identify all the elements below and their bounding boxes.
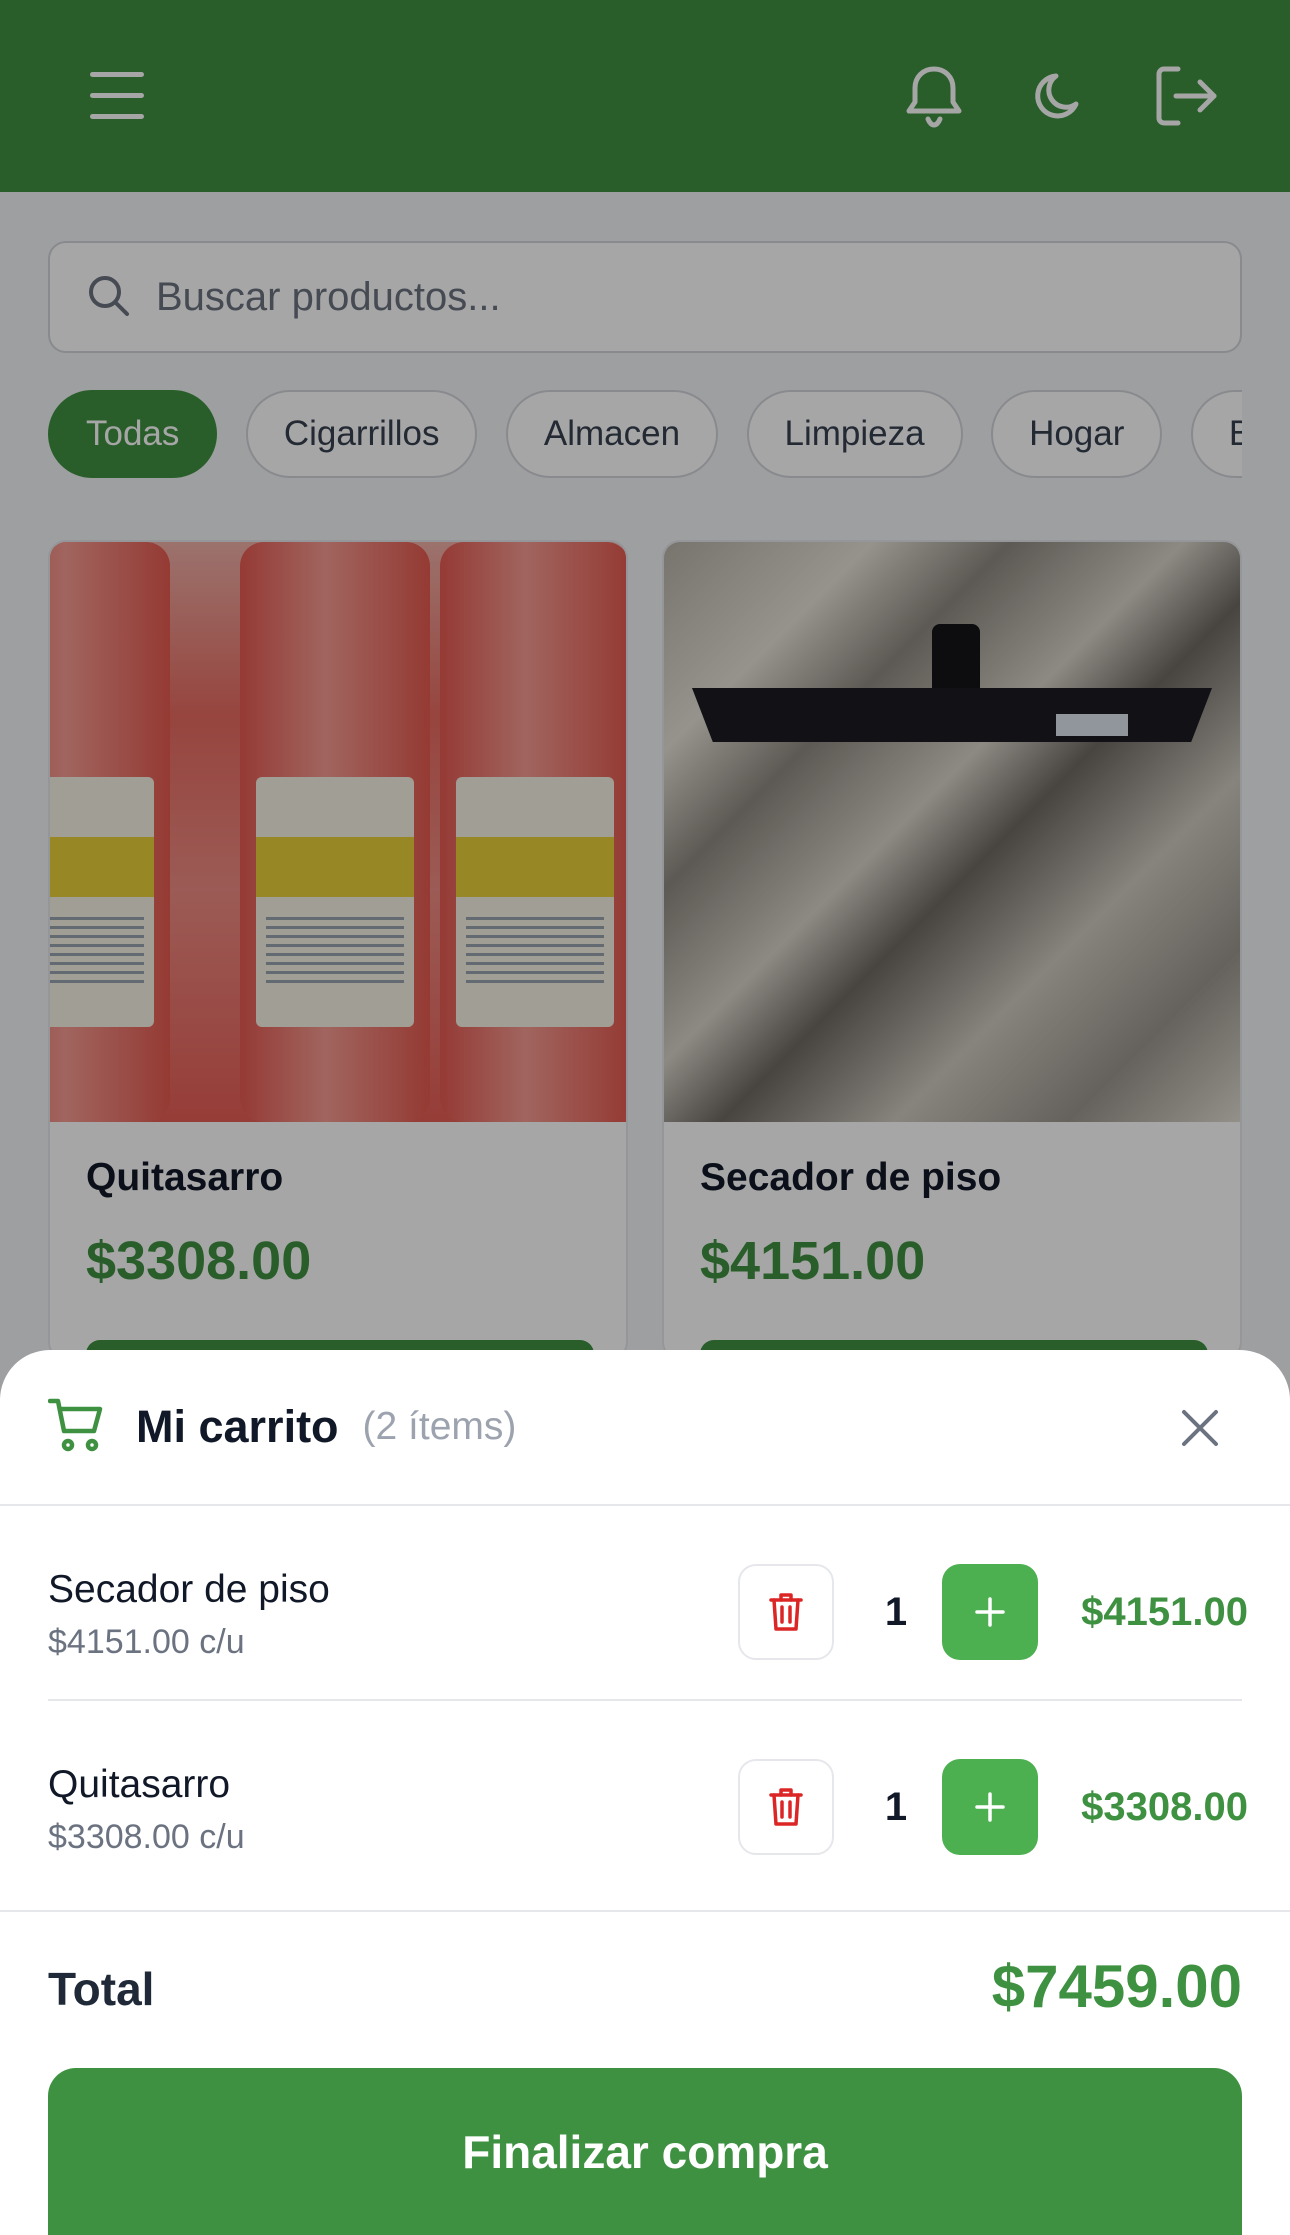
cart-item: Secador de piso $4151.00 c/u 1 $4151.00 (48, 1506, 1248, 1701)
cart-summary: Total $7459.00 Finalizar compra (0, 1910, 1290, 2235)
close-icon[interactable] (1170, 1398, 1230, 1458)
checkout-button[interactable]: Finalizar compra (48, 2068, 1242, 2235)
total-value: $7459.00 (991, 1953, 1242, 2020)
cart-item-unit-price: $4151.00 c/u (48, 1623, 245, 1661)
cart-item-quantity: 1 (884, 1785, 908, 1829)
total-label: Total (48, 1963, 155, 2015)
cart-icon (47, 1397, 106, 1458)
cart-header: Mi carrito (2 ítems) (0, 1350, 1290, 1506)
cart-sheet: Mi carrito (2 ítems) Secador de piso $41… (0, 1350, 1290, 2235)
cart-item: Quitasarro $3308.00 c/u 1 $3308.00 (48, 1701, 1248, 1896)
cart-item-name: Quitasarro (48, 1763, 231, 1806)
plus-icon[interactable] (942, 1564, 1038, 1660)
cart-item-quantity: 1 (884, 1590, 908, 1634)
cart-item-unit-price: $3308.00 c/u (48, 1818, 245, 1856)
cart-title: Mi carrito (136, 1401, 339, 1452)
cart-item-total: $4151.00 (1081, 1590, 1248, 1634)
trash-icon[interactable] (738, 1564, 834, 1660)
cart-item-name: Secador de piso (48, 1568, 330, 1611)
plus-icon[interactable] (942, 1759, 1038, 1855)
cart-item-count: (2 ítems) (362, 1405, 517, 1448)
trash-icon[interactable] (738, 1759, 834, 1855)
cart-item-total: $3308.00 (1081, 1785, 1248, 1829)
